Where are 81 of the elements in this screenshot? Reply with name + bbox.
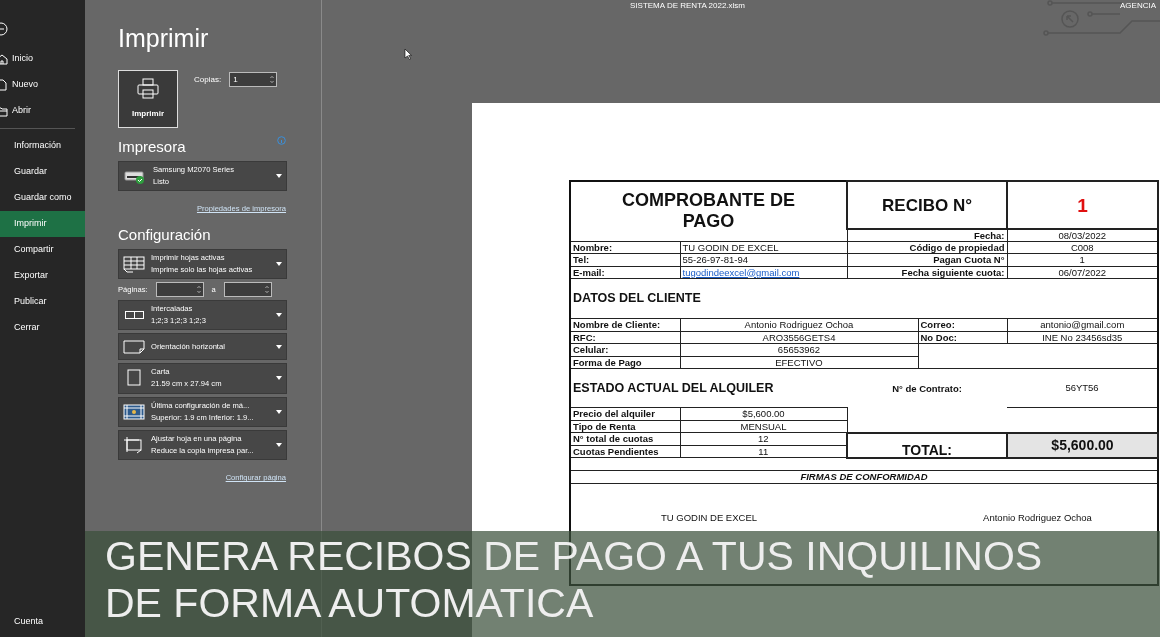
caption-text: GENERA RECIBOS DE PAGO A TUS INQUILINOS bbox=[105, 533, 1044, 580]
signature-name: TU GODIN DE EXCEL bbox=[570, 510, 847, 525]
section-heading: ESTADO ACTUAL DEL ALQUILER bbox=[570, 368, 847, 408]
field-value: MENSUAL bbox=[680, 420, 847, 433]
field-label: Pagan Cuota N° bbox=[847, 253, 1007, 266]
page-heading: Imprimir bbox=[118, 23, 210, 54]
copies-field[interactable]: 1 bbox=[229, 71, 278, 87]
window-title: SISTEMA DE RENTA 2022.xlsm bbox=[630, 0, 745, 12]
field-label: Código de propiedad bbox=[847, 241, 1007, 254]
page-from-field[interactable] bbox=[155, 282, 204, 298]
nav-item[interactable]: Cuenta bbox=[0, 609, 72, 635]
field-label: No Doc: bbox=[918, 331, 1007, 344]
receipt-title: COMPROBANTE DE PAGO bbox=[621, 189, 796, 233]
nav-item[interactable]: Cerrar bbox=[0, 315, 85, 341]
nav-item[interactable]: Guardar bbox=[0, 159, 85, 185]
field-value: INE No 23456sd35 bbox=[1007, 331, 1158, 344]
receipt-number-label: RECIBO N° bbox=[847, 181, 1007, 229]
caret-icon bbox=[276, 344, 282, 349]
field-value: Antonio Rodriguez Ochoa bbox=[680, 318, 918, 331]
receipt-number: 1 bbox=[1007, 181, 1158, 229]
field-label: Forma de Pago bbox=[570, 356, 680, 369]
page-to-field[interactable] bbox=[223, 282, 272, 298]
field-value: 55-26-97-81-94 bbox=[680, 253, 847, 266]
nav-item[interactable]: Imprimir bbox=[0, 211, 85, 237]
collate-icon bbox=[124, 311, 144, 320]
scaling-icon bbox=[123, 436, 145, 455]
field-value: 06/07/2022 bbox=[1007, 266, 1158, 279]
caret-icon bbox=[276, 313, 282, 318]
info-icon bbox=[277, 135, 286, 145]
field-label: Celular: bbox=[570, 343, 680, 356]
section-heading: FIRMAS DE CONFORMIDAD bbox=[570, 470, 1158, 484]
brand-text: AGENCIA bbox=[1120, 0, 1156, 12]
field-label: Tipo de Renta bbox=[570, 420, 680, 433]
caption-text: DE FORMA AUTOMATICA bbox=[105, 580, 595, 627]
nav-item[interactable]: Información bbox=[0, 133, 85, 159]
field-label: Fecha siguiente cuota: bbox=[847, 266, 1007, 279]
sheets-icon bbox=[123, 254, 145, 273]
field-label: Tel: bbox=[570, 253, 680, 266]
field-label: Nombre: bbox=[570, 241, 680, 254]
caret-icon bbox=[276, 261, 282, 266]
nav-item[interactable]: Guardar como bbox=[0, 185, 85, 211]
nav-item[interactable]: Exportar bbox=[0, 263, 85, 289]
field-label: Cuotas Pendientes bbox=[570, 445, 680, 458]
field-label: RFC: bbox=[570, 331, 680, 344]
field-label: Precio del alquiler bbox=[570, 407, 680, 420]
field-label: N° total de cuotas bbox=[570, 432, 680, 445]
printer-icon bbox=[137, 77, 159, 100]
field-label: Nombre de Cliente: bbox=[570, 318, 680, 331]
signature-name: Antonio Rodriguez Ochoa bbox=[918, 510, 1158, 525]
field-value: ARO3556GETS4 bbox=[680, 331, 918, 344]
nav-item[interactable]: Nuevo bbox=[0, 72, 85, 98]
caret-icon bbox=[276, 376, 282, 381]
caret-icon bbox=[276, 443, 282, 448]
field-label: Fecha: bbox=[847, 229, 1007, 241]
field-value: 56YT56 bbox=[1007, 368, 1158, 408]
nav-item[interactable]: Abrir bbox=[0, 98, 85, 124]
field-label: E-mail: bbox=[570, 266, 680, 279]
field-label: Correo: bbox=[918, 318, 1007, 331]
field-value: 65653962 bbox=[680, 343, 918, 356]
nav-item[interactable]: Compartir bbox=[0, 237, 85, 263]
caret-icon bbox=[276, 174, 282, 179]
section-heading: Configuración bbox=[118, 225, 212, 246]
nav-item[interactable]: Inicio bbox=[0, 46, 85, 72]
spinner-arrows-icon[interactable] bbox=[196, 286, 201, 294]
total-label: TOTAL: bbox=[847, 432, 1007, 458]
field-value: antonio@gmail.com bbox=[1007, 318, 1158, 331]
caret-icon bbox=[276, 409, 282, 414]
spinner-arrows-icon[interactable] bbox=[270, 75, 275, 83]
field-value: 08/03/2022 bbox=[1007, 229, 1158, 241]
margins-icon bbox=[123, 402, 145, 421]
orientation-icon bbox=[123, 337, 145, 356]
print-button[interactable]: Imprimir bbox=[118, 69, 178, 128]
field-value: $5,600.00 bbox=[680, 407, 847, 420]
copies-label: Copias: bbox=[194, 73, 222, 86]
total-value: $5,600.00 bbox=[1007, 432, 1158, 458]
field-value: TU GODIN DE EXCEL bbox=[680, 241, 847, 254]
nav-item[interactable]: Publicar bbox=[0, 289, 85, 315]
spinner-arrows-icon[interactable] bbox=[264, 286, 269, 294]
cursor-icon bbox=[404, 48, 412, 60]
section-heading: Impresora bbox=[118, 136, 186, 157]
field-label: N° de Contrato: bbox=[847, 368, 1007, 408]
